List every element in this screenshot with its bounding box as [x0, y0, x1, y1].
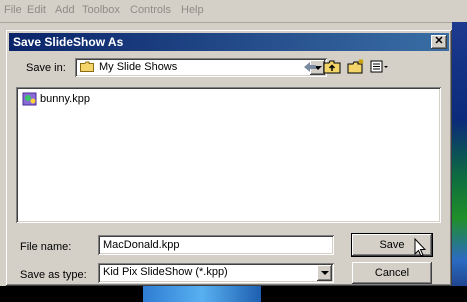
- dialog-titlebar[interactable]: Save SlideShow As ✕: [9, 33, 449, 51]
- chevron-down-icon[interactable]: [317, 265, 332, 281]
- save-slideshow-dialog: Save SlideShow As ✕ Save in: My Slide Sh…: [6, 30, 452, 286]
- cancel-button-label: Cancel: [374, 267, 410, 279]
- save-in-value: My Slide Shows: [99, 61, 178, 73]
- background-picture: [143, 286, 261, 302]
- file-name: bunny.kpp: [40, 93, 90, 105]
- mouse-pointer-icon: [414, 238, 427, 257]
- background-artwork: [452, 22, 467, 302]
- file-name-field[interactable]: MacDonald.kpp: [98, 235, 334, 255]
- menu-toolbox[interactable]: Toolbox: [82, 4, 120, 16]
- save-as-type-label: Save as type:: [20, 269, 87, 281]
- file-list[interactable]: bunny.kpp: [16, 87, 441, 223]
- save-in-dropdown[interactable]: My Slide Shows: [75, 58, 327, 77]
- cancel-button[interactable]: Cancel: [352, 262, 432, 284]
- save-as-type-dropdown[interactable]: Kid Pix SlideShow (*.kpp): [98, 263, 334, 283]
- save-in-label: Save in:: [26, 62, 66, 74]
- save-as-type-value: Kid Pix SlideShow (*.kpp): [103, 266, 228, 278]
- dialog-title: Save SlideShow As: [13, 35, 124, 49]
- app-menubar: File Edit Add Toolbox Controls Help: [0, 0, 467, 23]
- menu-help[interactable]: Help: [181, 4, 204, 16]
- close-icon: ✕: [434, 35, 444, 47]
- background-taskbar-strip: [0, 286, 467, 302]
- file-name-label: File name:: [20, 241, 72, 253]
- view-menu-icon[interactable]: [369, 58, 389, 76]
- close-button[interactable]: ✕: [431, 35, 447, 49]
- kidpix-file-icon: [22, 92, 37, 106]
- menu-add[interactable]: Add: [55, 4, 75, 16]
- menu-file[interactable]: File: [4, 4, 22, 16]
- back-arrow-icon[interactable]: [300, 58, 320, 76]
- folder-icon: [80, 61, 94, 72]
- file-name-value: MacDonald.kpp: [103, 239, 180, 251]
- up-folder-icon[interactable]: [322, 58, 342, 76]
- new-folder-icon[interactable]: [346, 58, 366, 76]
- menu-controls[interactable]: Controls: [130, 4, 171, 16]
- menu-edit[interactable]: Edit: [27, 4, 46, 16]
